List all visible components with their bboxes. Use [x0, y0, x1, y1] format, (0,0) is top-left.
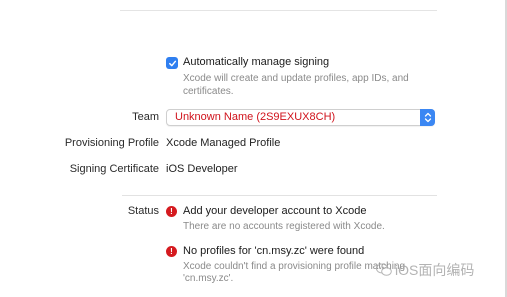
watermark-text: iOS面向编码 — [395, 262, 475, 278]
provisioning-profile-value: Xcode Managed Profile — [166, 137, 281, 149]
signing-certificate-label: Signing Certificate — [69, 163, 159, 175]
watermark: iOS面向编码 — [376, 260, 474, 280]
status-message-title: No profiles for 'cn.msy.zc' were found — [183, 245, 365, 257]
team-popup[interactable]: Unknown Name (2S9EXUX8CH) — [166, 109, 435, 126]
checkmark-icon — [168, 60, 176, 66]
error-icon: ! — [166, 206, 177, 217]
auto-manage-signing-checkbox[interactable] — [166, 57, 178, 69]
popup-chevron-updown-icon — [420, 109, 435, 126]
team-label: Team — [132, 111, 159, 123]
section-divider — [122, 195, 437, 196]
auto-manage-signing-description: Xcode will create and update profiles, a… — [183, 73, 409, 97]
signing-certificate-value: iOS Developer — [166, 163, 238, 175]
status-label: Status — [127, 205, 159, 217]
top-divider — [120, 10, 437, 11]
team-popup-value: Unknown Name (2S9EXUX8CH) — [175, 111, 336, 123]
error-icon: ! — [166, 246, 177, 257]
auto-manage-signing-label[interactable]: Automatically manage signing — [183, 56, 329, 68]
provisioning-profile-label: Provisioning Profile — [64, 137, 159, 149]
wechat-icon — [376, 263, 392, 276]
status-message-description: There are no accounts registered with Xc… — [183, 221, 385, 232]
status-message-title: Add your developer account to Xcode — [183, 205, 367, 217]
